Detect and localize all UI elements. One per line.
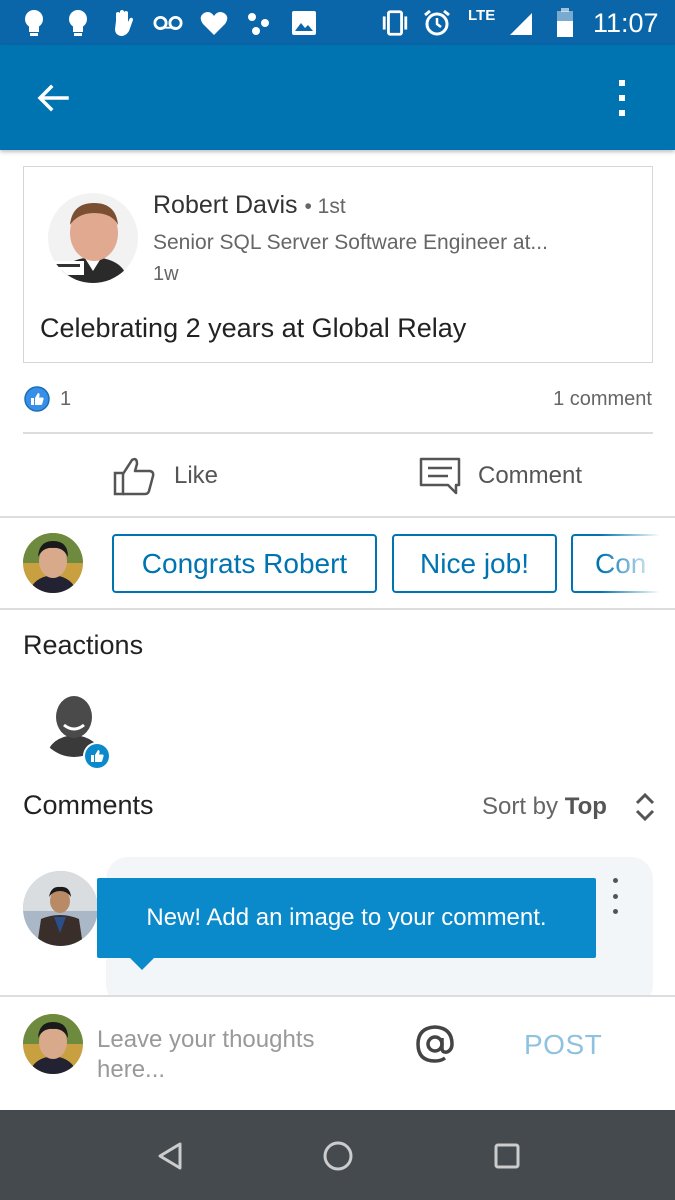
- dot: [612, 878, 618, 883]
- comments-heading: Comments: [23, 790, 154, 820]
- author-name-text[interactable]: Robert Davis: [153, 191, 298, 219]
- battery-icon: [550, 8, 580, 38]
- commenter-avatar[interactable]: [23, 871, 98, 946]
- nav-home-button[interactable]: [318, 1136, 358, 1176]
- heart-icon: [199, 8, 229, 38]
- clock-label: 11:07: [593, 8, 659, 38]
- chevron-up-down-icon[interactable]: [630, 790, 660, 824]
- arrow-left-icon: [37, 84, 69, 112]
- post-text: Celebrating 2 years at Global Relay: [40, 313, 467, 343]
- network-type-label: LTE: [468, 7, 496, 24]
- more-vertical-icon: [619, 80, 625, 116]
- post-button[interactable]: POST: [524, 1029, 602, 1061]
- scroll-fade: [600, 530, 675, 598]
- like-count[interactable]: 1: [60, 388, 71, 411]
- my-avatar: [23, 533, 83, 593]
- connection-degree: • 1st: [304, 195, 346, 218]
- app-bar: [0, 45, 675, 150]
- like-label: Like: [174, 462, 219, 489]
- comment-input[interactable]: Leave your thoughts here...: [97, 1025, 387, 1085]
- status-bar: LTE 11:07: [0, 0, 675, 45]
- author-avatar[interactable]: [48, 193, 138, 283]
- comment-button[interactable]: Comment: [418, 448, 618, 504]
- divider: [0, 516, 675, 518]
- system-nav-bar: [0, 1110, 675, 1200]
- my-avatar: [23, 1014, 83, 1074]
- sort-value: Top: [564, 793, 607, 820]
- square-recents-icon: [494, 1143, 520, 1169]
- at-sign-icon: [416, 1025, 454, 1063]
- back-button[interactable]: [28, 75, 78, 121]
- comment-icon: [419, 457, 461, 495]
- mention-button[interactable]: [414, 1023, 456, 1065]
- triangle-back-icon: [158, 1142, 182, 1170]
- quick-reply-chip[interactable]: Congrats Robert: [112, 534, 377, 593]
- image-icon: [289, 8, 319, 38]
- circle-home-icon: [323, 1141, 353, 1171]
- compose-bar: Leave your thoughts here... POST: [0, 995, 675, 1110]
- like-reaction-icon[interactable]: [24, 386, 50, 412]
- bulb-icon: [19, 8, 49, 38]
- thumbs-up-icon: [113, 457, 155, 496]
- comment-count[interactable]: 1 comment: [553, 388, 652, 411]
- author-headline: Senior SQL Server Software Engineer at..…: [153, 231, 548, 254]
- quick-reply-chip[interactable]: Nice job!: [392, 534, 557, 593]
- dot: [612, 909, 618, 914]
- vibrate-icon: [380, 8, 410, 38]
- sort-selector[interactable]: Sort by Top: [482, 793, 607, 821]
- divider: [0, 608, 675, 610]
- like-button[interactable]: Like: [112, 448, 242, 504]
- like-badge: [83, 742, 111, 770]
- new-feature-tooltip[interactable]: New! Add an image to your comment.: [97, 878, 596, 958]
- hand-icon: [108, 8, 138, 38]
- alarm-icon: [422, 8, 452, 38]
- like-reaction-icon: [85, 744, 109, 768]
- dots-icon: [244, 8, 274, 38]
- voicemail-icon: [153, 8, 183, 38]
- signal-icon: [506, 8, 536, 38]
- post-timestamp: 1w: [153, 263, 179, 285]
- dot: [612, 893, 618, 899]
- author-name[interactable]: Robert Davis • 1st: [153, 191, 346, 220]
- comment-label: Comment: [478, 462, 583, 489]
- reactions-heading: Reactions: [23, 630, 144, 660]
- tooltip-arrow: [128, 956, 156, 970]
- bulb-icon: [63, 8, 93, 38]
- nav-back-button[interactable]: [150, 1136, 190, 1176]
- more-options-button[interactable]: [602, 73, 642, 123]
- nav-recents-button[interactable]: [487, 1136, 527, 1176]
- divider: [23, 432, 653, 434]
- post-card[interactable]: Robert Davis • 1st Senior SQL Server Sof…: [23, 166, 653, 363]
- sort-prefix: Sort by: [482, 793, 559, 820]
- comment-more-options-button[interactable]: [605, 878, 625, 914]
